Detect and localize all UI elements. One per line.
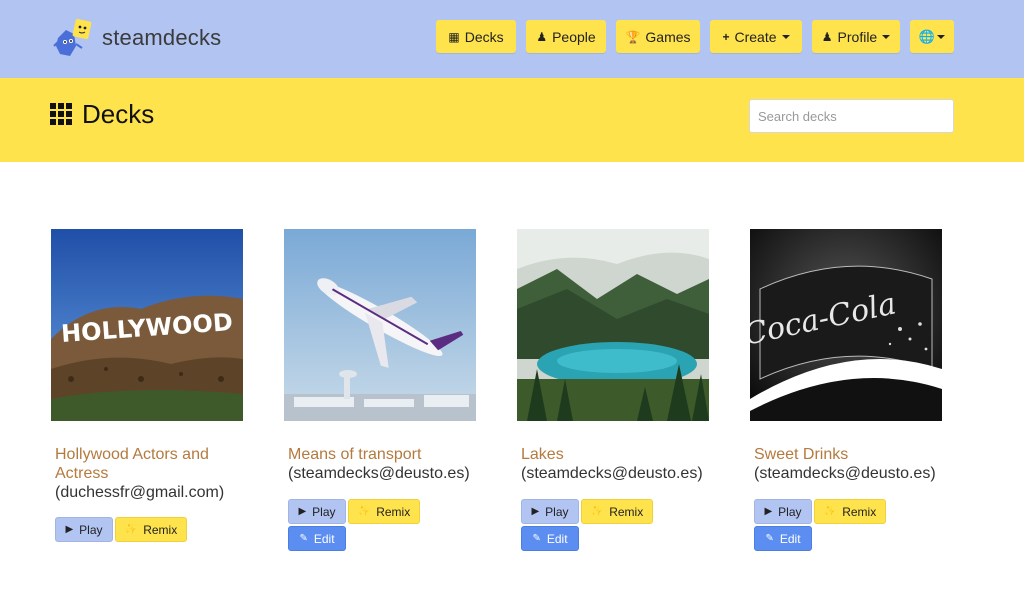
nav-people-button[interactable]: ♟ People xyxy=(526,20,606,53)
deck-title-link[interactable]: Means of transport xyxy=(284,445,484,464)
deck-card: Lakes (steamdecks@deusto.es) ▶ Play ✨ Re… xyxy=(517,229,717,551)
play-label: Play xyxy=(545,504,569,519)
nav-profile-label: Profile xyxy=(837,28,878,45)
magic-wand-icon: ✨ xyxy=(823,506,837,517)
play-icon: ▶ xyxy=(65,524,74,535)
caret-down-icon xyxy=(937,34,946,39)
plus-icon: + xyxy=(722,29,730,44)
deck-author: (duchessfr@gmail.com) xyxy=(55,484,225,501)
remix-button[interactable]: ✨ Remix xyxy=(814,499,886,524)
remix-button[interactable]: ✨ Remix xyxy=(115,517,187,542)
edit-icon: ✎ xyxy=(532,533,541,544)
caret-down-icon xyxy=(781,34,790,39)
play-button[interactable]: ▶ Play xyxy=(754,499,812,524)
user-icon: ♟ xyxy=(821,29,833,44)
grid-icon xyxy=(50,103,72,125)
language-dropdown[interactable]: 🌐 xyxy=(910,20,954,53)
deck-actions: ▶ Play ✨ Remix ✎ Edit xyxy=(284,499,484,551)
magic-wand-icon: ✨ xyxy=(124,524,138,535)
nav-profile-dropdown[interactable]: ♟ Profile xyxy=(812,20,900,53)
edit-label: Edit xyxy=(779,531,801,546)
play-icon: ▶ xyxy=(764,506,773,517)
nav-create-dropdown[interactable]: + Create xyxy=(710,20,802,53)
deck-author: (steamdecks@deusto.es) xyxy=(288,465,470,482)
trophy-icon: 🏆 xyxy=(625,29,641,44)
edit-button[interactable]: ✎ Edit xyxy=(754,526,812,551)
page-title: Decks xyxy=(50,98,154,130)
deck-thumbnail-mountain-lake[interactable] xyxy=(517,229,709,421)
deck-author: (steamdecks@deusto.es) xyxy=(754,465,936,482)
nav-create-label: Create xyxy=(734,28,777,45)
deck-title-link[interactable]: Hollywood Actors and Actress xyxy=(51,445,251,483)
remix-button[interactable]: ✨ Remix xyxy=(581,499,653,524)
edit-icon: ✎ xyxy=(765,533,774,544)
nav-games-label: Games xyxy=(645,28,691,45)
deck-title-link[interactable]: Sweet Drinks xyxy=(750,445,950,464)
globe-icon: 🌐 xyxy=(918,28,936,44)
play-label: Play xyxy=(79,522,103,537)
edit-button[interactable]: ✎ Edit xyxy=(521,526,579,551)
caret-down-icon xyxy=(882,34,891,39)
deck-card: HOLLYWOOD Hollywood Actors and Actress (… xyxy=(51,229,251,542)
play-label: Play xyxy=(778,504,802,519)
play-label: Play xyxy=(312,504,336,519)
user-icon: ♟ xyxy=(536,29,548,44)
remix-label: Remix xyxy=(143,522,178,537)
deck-thumbnail-coca-cola-logo[interactable]: Coca-Cola xyxy=(750,229,942,421)
play-button[interactable]: ▶ Play xyxy=(521,499,579,524)
edit-button[interactable]: ✎ Edit xyxy=(288,526,346,551)
search-decks-input[interactable] xyxy=(749,99,954,133)
grid-icon: ▦ xyxy=(448,29,460,44)
deck-card: Coca-Cola Sweet Drinks (steamdecks@deust… xyxy=(750,229,950,551)
top-navbar: steamdecks ▦ Decks ♟ People 🏆 Games + Cr… xyxy=(0,0,1024,78)
brand-link[interactable]: steamdecks xyxy=(52,16,221,60)
nav-people-label: People xyxy=(552,28,596,45)
deck-actions: ▶ Play ✨ Remix ✎ Edit xyxy=(750,499,950,551)
magic-wand-icon: ✨ xyxy=(357,506,371,517)
deck-actions: ▶ Play ✨ Remix ✎ Edit xyxy=(517,499,717,551)
nav-decks-label: Decks xyxy=(464,28,504,45)
deck-actions: ▶ Play ✨ Remix xyxy=(51,517,251,542)
nav-games-button[interactable]: 🏆 Games xyxy=(616,20,700,53)
edit-icon: ✎ xyxy=(299,533,308,544)
brand-name: steamdecks xyxy=(102,25,222,50)
play-icon: ▶ xyxy=(531,506,540,517)
deck-card: Means of transport (steamdecks@deusto.es… xyxy=(284,229,484,551)
play-button[interactable]: ▶ Play xyxy=(55,517,113,542)
edit-label: Edit xyxy=(546,531,568,546)
play-button[interactable]: ▶ Play xyxy=(288,499,346,524)
remix-button[interactable]: ✨ Remix xyxy=(348,499,420,524)
deck-author: (steamdecks@deusto.es) xyxy=(521,465,703,482)
play-icon: ▶ xyxy=(298,506,307,517)
nav-decks-button[interactable]: ▦ Decks xyxy=(436,20,516,53)
deck-thumbnail-hollywood-sign[interactable]: HOLLYWOOD xyxy=(51,229,243,421)
remix-label: Remix xyxy=(842,504,877,519)
remix-label: Remix xyxy=(609,504,644,519)
magic-wand-icon: ✨ xyxy=(590,506,604,517)
steamdecks-logo-icon xyxy=(52,16,100,60)
deck-thumbnail-airplane-takeoff[interactable] xyxy=(284,229,476,421)
page-title-text: Decks xyxy=(82,98,155,129)
deck-title-link[interactable]: Lakes xyxy=(517,445,717,464)
remix-label: Remix xyxy=(376,504,411,519)
edit-label: Edit xyxy=(313,531,335,546)
